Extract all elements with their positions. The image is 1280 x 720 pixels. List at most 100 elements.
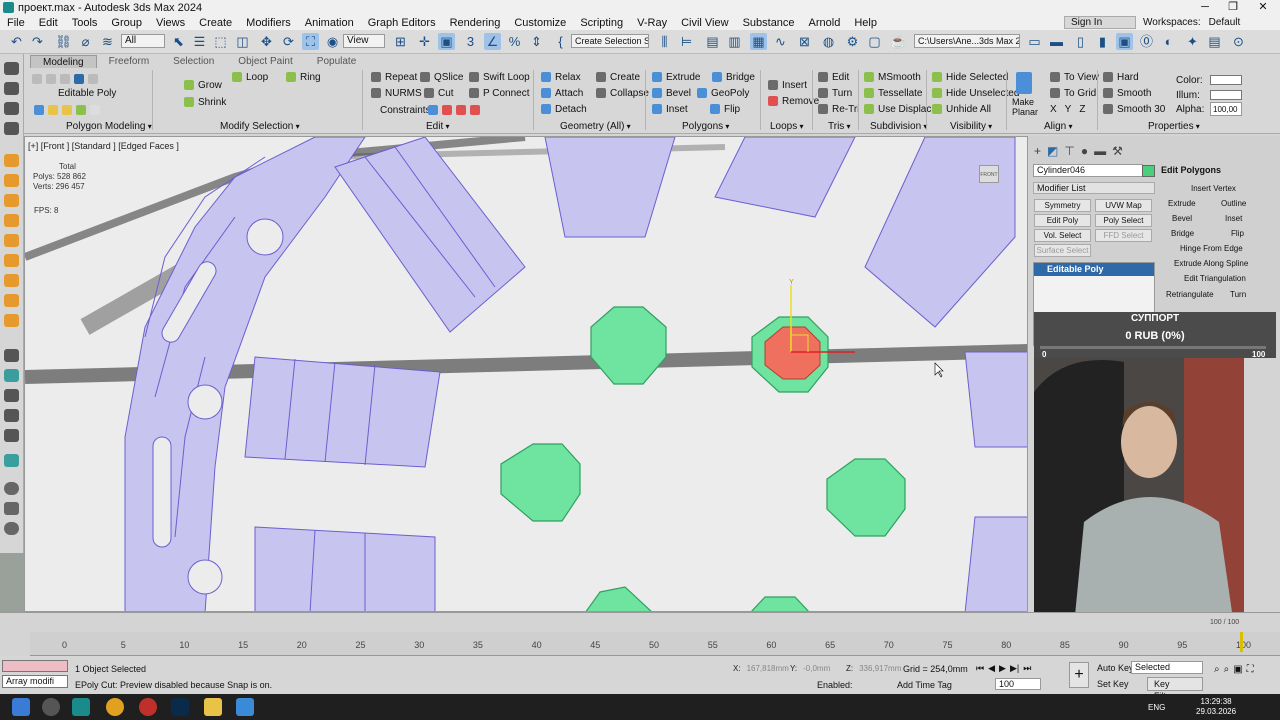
swift-loop-button[interactable]: Swift Loop [469, 70, 530, 84]
paint-select-icon[interactable] [4, 82, 19, 95]
viewport-label[interactable]: [+] [Front ] [Standard ] [Edged Faces ] [28, 141, 179, 151]
motion-tab-icon[interactable]: ● [1081, 144, 1088, 158]
surface-select-button[interactable]: Surface Select [1034, 244, 1091, 257]
group-polygons[interactable]: Polygons [682, 121, 729, 132]
extrude-button[interactable]: Extrude [652, 70, 700, 84]
modifier-icon[interactable] [4, 389, 19, 402]
substance-icon[interactable]: ⓪ [1138, 33, 1155, 50]
group-modify-selection[interactable]: Modify Selection [220, 121, 300, 132]
selection-set-dropdown[interactable]: Selected [1131, 661, 1203, 674]
lightbulb-icon[interactable]: ✦ [1184, 33, 1201, 50]
relax-button[interactable]: Relax [541, 70, 581, 84]
extrude-cp-button[interactable]: Extrude [1168, 199, 1196, 208]
render-icon[interactable]: ☕ [890, 33, 907, 50]
ribbon-toggle-icon[interactable]: ▦ [750, 33, 767, 50]
link-icon[interactable]: ⛓ [55, 33, 72, 50]
windows-start-icon[interactable] [12, 698, 30, 716]
command-panel-toggle-icon[interactable]: ▣ [1116, 33, 1133, 50]
insert-loop-button[interactable]: Insert [768, 78, 807, 92]
current-frame-input[interactable]: 100 [995, 678, 1041, 690]
edge-icon[interactable] [46, 74, 56, 84]
select-by-name-icon[interactable]: ☰ [191, 33, 208, 50]
set-key-icon[interactable]: + [1069, 662, 1089, 688]
flip-button[interactable]: Flip [710, 102, 740, 116]
sun-icon[interactable] [4, 314, 19, 327]
bevel-button[interactable]: Bevel [652, 86, 691, 100]
stack-item-editable-poly[interactable]: Editable Poly [1034, 263, 1154, 276]
time-marker[interactable] [1240, 632, 1243, 652]
generate-topology-icon[interactable] [90, 105, 100, 115]
insert-vertex-button[interactable]: Insert Vertex [1191, 184, 1236, 193]
vertex-icon[interactable] [32, 74, 42, 84]
coord-z[interactable]: Z: 336,917mm [846, 664, 901, 673]
menu-scripting[interactable]: Scripting [573, 17, 630, 29]
constraint-normal-icon[interactable] [470, 105, 480, 115]
modify-tab-icon[interactable]: ◩ [1047, 144, 1058, 158]
photos-icon[interactable] [236, 698, 254, 716]
hand-icon[interactable] [4, 409, 19, 422]
attach-button[interactable]: Attach [541, 86, 583, 100]
menu-civil-view[interactable]: Civil View [674, 17, 735, 29]
to-grid-button[interactable]: To Grid [1050, 86, 1096, 100]
auto-key-button[interactable]: Auto Key [1097, 663, 1134, 673]
zoom-all-icon[interactable]: ⌕ [1224, 664, 1230, 675]
schematic-view-icon[interactable]: ⊠ [796, 33, 813, 50]
modifier-list-dropdown[interactable]: Modifier List [1033, 182, 1155, 194]
create-tube-icon[interactable] [4, 254, 19, 267]
inset-cp-button[interactable]: Inset [1225, 214, 1242, 223]
smooth-button[interactable]: Smooth [1103, 86, 1151, 100]
group-properties[interactable]: Properties [1148, 121, 1200, 132]
create-tab-icon[interactable]: + [1034, 144, 1041, 158]
group-loops[interactable]: Loops [770, 121, 804, 132]
hide-selected-button[interactable]: Hide Selected [932, 70, 1008, 84]
goto-end-icon[interactable]: ⏭ [1023, 663, 1031, 674]
show-end-result-icon[interactable] [48, 105, 58, 115]
group-polygon-modeling[interactable]: Polygon Modeling [66, 121, 152, 132]
tessellate-button[interactable]: Tessellate [864, 86, 922, 100]
ring-button[interactable]: Ring [286, 70, 321, 84]
create-torus-icon[interactable] [4, 214, 19, 227]
material-icon[interactable] [4, 502, 19, 515]
tab-object-paint[interactable]: Object Paint [226, 55, 304, 68]
prev-frame-icon[interactable]: ◀ [988, 663, 995, 674]
cube-icon[interactable] [4, 349, 19, 362]
keyboard-shortcut-icon[interactable]: ▣ [438, 33, 455, 50]
make-planar-label[interactable]: Make Planar [1012, 96, 1040, 118]
arnold-icon[interactable]: ⊙ [1230, 33, 1247, 50]
zoom-icon[interactable]: ⌕ [1214, 664, 1220, 675]
retriangulate-button[interactable]: Retriangulate [1166, 290, 1214, 299]
move-icon[interactable]: ✥ [258, 33, 275, 50]
border-icon[interactable] [60, 74, 70, 84]
menu-rendering[interactable]: Rendering [443, 17, 508, 29]
material-editor-icon[interactable]: ◍ [820, 33, 837, 50]
viewport-layout-icon[interactable]: ▮ [1094, 33, 1111, 50]
3dsmax-taskbar-icon[interactable] [72, 698, 90, 716]
constraint-edge-icon[interactable] [442, 105, 452, 115]
geopoly-button[interactable]: GeoPoly [697, 86, 749, 100]
tab-selection[interactable]: Selection [161, 55, 226, 68]
unlink-icon[interactable]: ⌀ [77, 33, 94, 50]
coord-x[interactable]: X: 167,818mm [733, 664, 789, 673]
menu-create[interactable]: Create [192, 17, 239, 29]
display-tab-icon[interactable]: ▬ [1094, 144, 1106, 158]
repeat-button[interactable]: Repeat [371, 70, 417, 84]
time-slider[interactable] [0, 612, 1280, 632]
zoom-extents-icon[interactable]: ▣ [1233, 664, 1242, 675]
light-icon[interactable] [4, 294, 19, 307]
vfb-icon[interactable]: ▤ [1206, 33, 1223, 50]
enabled-label[interactable]: Enabled: [817, 680, 853, 690]
edit-named-selection-icon[interactable]: { [552, 33, 569, 50]
obs-icon[interactable] [139, 698, 157, 716]
project-folder-icon[interactable]: ▭ [1026, 33, 1043, 50]
menu-customize[interactable]: Customize [507, 17, 573, 29]
loop-button[interactable]: Loop [232, 70, 268, 84]
illum-swatch[interactable] [1210, 90, 1242, 100]
make-planar-icon[interactable] [1016, 72, 1032, 94]
collapse-stack-icon[interactable] [34, 105, 44, 115]
maximize-button[interactable]: ❐ [1218, 0, 1248, 15]
scene-explorer-icon[interactable]: ▤ [704, 33, 721, 50]
close-button[interactable]: ✕ [1248, 0, 1278, 15]
rotate-icon[interactable]: ⟳ [280, 33, 297, 50]
group-align[interactable]: Align [1044, 121, 1073, 132]
sphere-icon[interactable] [4, 482, 19, 495]
